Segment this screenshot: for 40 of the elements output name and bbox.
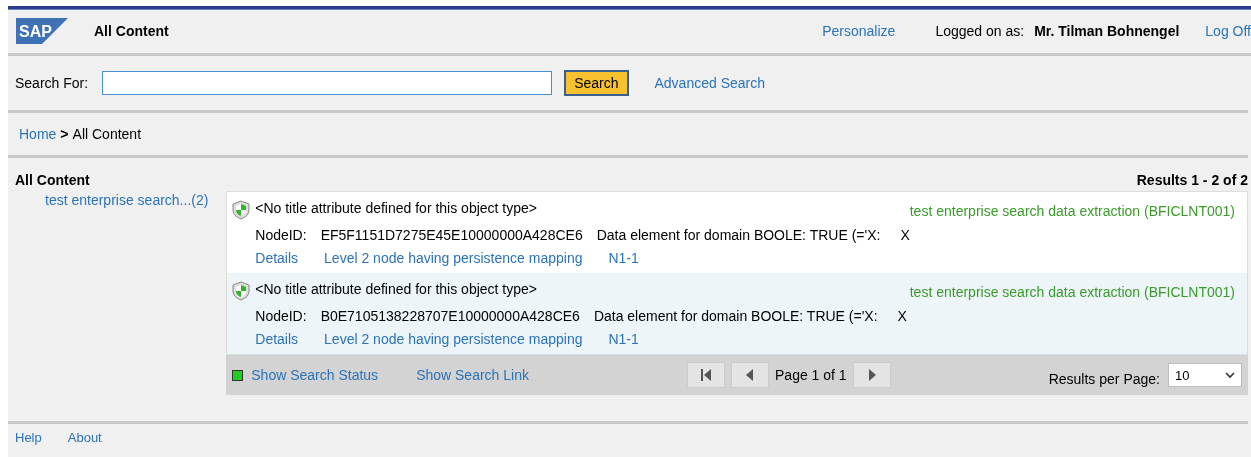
footer-link[interactable]: About bbox=[67, 430, 102, 445]
result-link[interactable]: Details bbox=[255, 331, 299, 347]
breadcrumb-current: All Content bbox=[72, 126, 142, 142]
result-link[interactable]: Level 2 node having persistence mapping bbox=[324, 250, 583, 266]
result-title: <No title attribute defined for this object type> bbox=[255, 200, 538, 218]
node-id-label: NodeID: bbox=[255, 227, 307, 243]
footer-link[interactable]: Help bbox=[15, 430, 42, 445]
search-button[interactable]: Search bbox=[564, 70, 629, 96]
results-summary: Results 1 - 2 of 2 bbox=[1136, 172, 1248, 188]
home-link[interactable]: Home bbox=[19, 126, 57, 142]
show-search-status-link[interactable]: Show Search Status bbox=[251, 367, 379, 383]
search-label: Search For: bbox=[15, 75, 89, 91]
description: Data element for domain BOOLE: TRUE (='X: bbox=[596, 227, 881, 243]
source-label: test enterprise search data extraction (BFICLNT001) bbox=[909, 284, 1235, 300]
result-link[interactable]: Details bbox=[255, 250, 299, 266]
source-label: test enterprise search data extraction (BFICLNT001) bbox=[909, 203, 1235, 219]
breadcrumb-separator: > bbox=[60, 126, 69, 142]
logo-icon: SAP bbox=[16, 18, 68, 44]
log-off-link[interactable]: Log Off bbox=[1205, 23, 1251, 39]
results-per-page-label: Results per Page: bbox=[1048, 371, 1160, 387]
node-id: B0E7105138228707E10000000A428CE6 bbox=[320, 308, 580, 324]
value: X bbox=[897, 308, 907, 324]
personalize-link[interactable]: Personalize bbox=[822, 23, 896, 39]
result-link[interactable]: N1-1 bbox=[608, 331, 639, 347]
user-name: Mr. Tilman Bohnengel bbox=[1034, 23, 1180, 39]
results-per-page-select[interactable]: 10 bbox=[1168, 363, 1242, 387]
value: X bbox=[900, 227, 910, 243]
show-search-link[interactable]: Show Search Link bbox=[416, 367, 529, 383]
result-link[interactable]: Level 2 node having persistence mapping bbox=[324, 331, 583, 347]
logged-on-label: Logged on as: bbox=[935, 23, 1025, 39]
sidebar-title: All Content bbox=[15, 172, 91, 188]
result-link[interactable]: N1-1 bbox=[608, 250, 639, 266]
result-title: <No title attribute defined for this object type> bbox=[255, 281, 538, 299]
advanced-search-link[interactable]: Advanced Search bbox=[654, 75, 766, 91]
category-link[interactable]: test enterprise search...(2) bbox=[45, 192, 227, 208]
node-id-label: NodeID: bbox=[255, 308, 307, 324]
page-indicator: Page 1 of 1 bbox=[775, 367, 847, 383]
page-title: All Content bbox=[94, 23, 170, 39]
description: Data element for domain BOOLE: TRUE (='X: bbox=[593, 308, 878, 324]
node-id: EF5F1151D7275E45E10000000A428CE6 bbox=[320, 227, 583, 243]
